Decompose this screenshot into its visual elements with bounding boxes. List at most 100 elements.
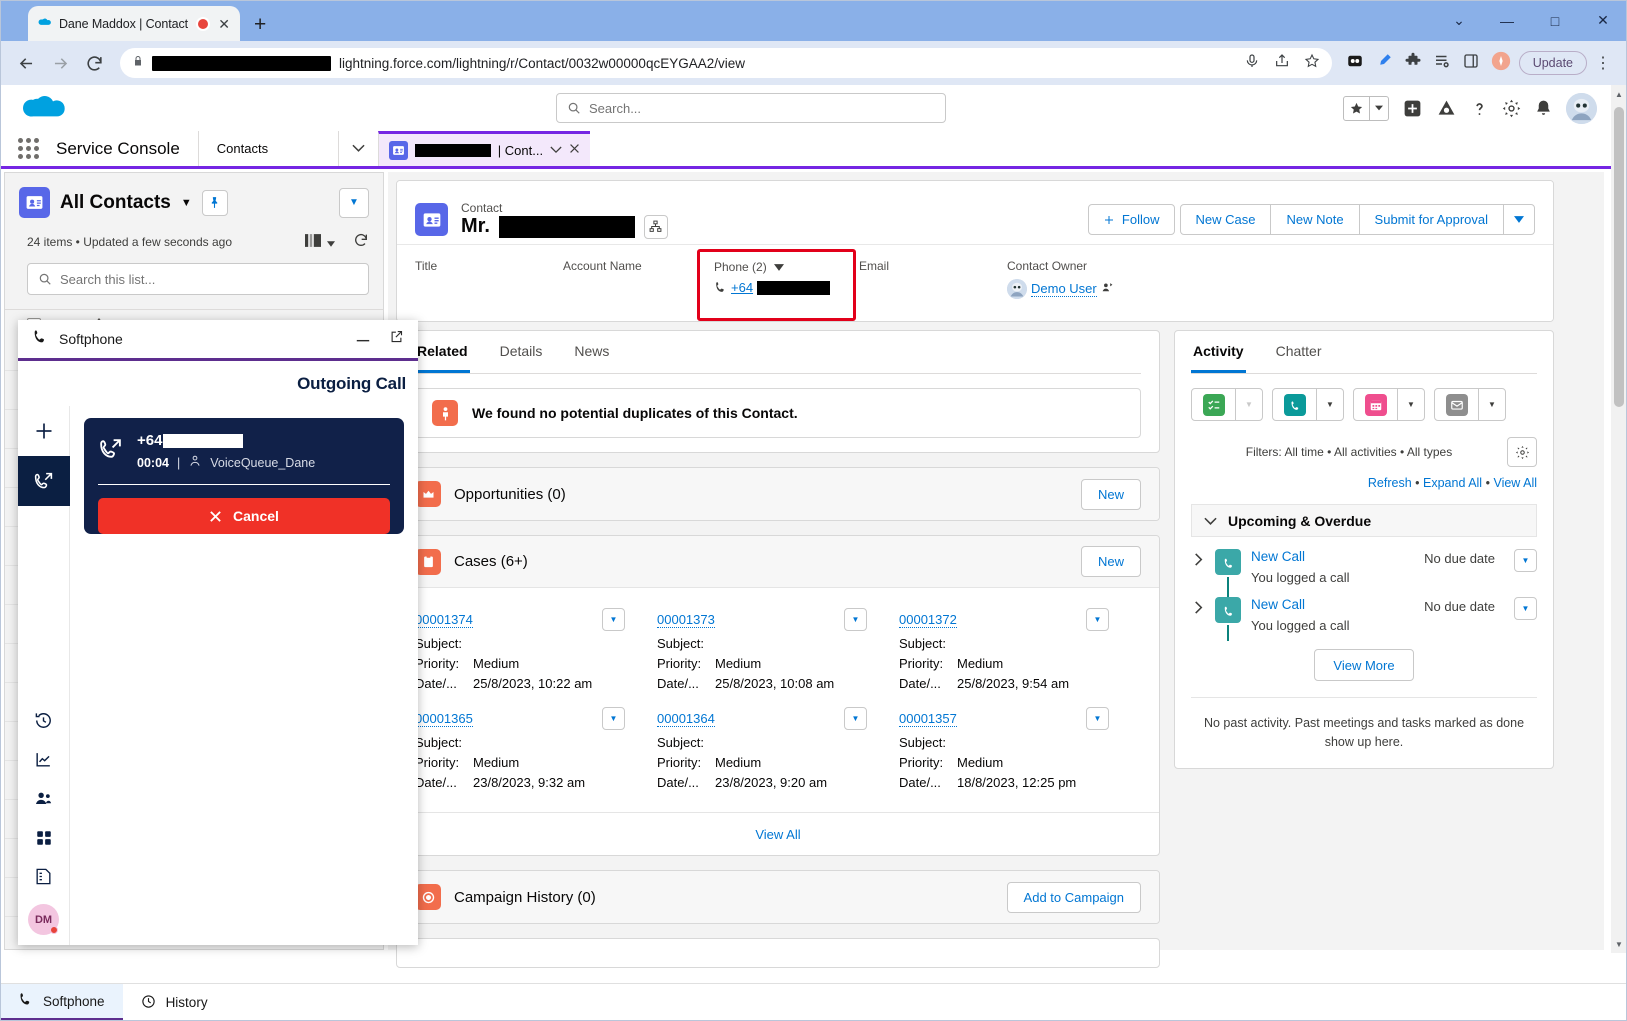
case-number-link[interactable]: 00001373 <box>657 612 715 628</box>
timeline-expand-chevron-icon[interactable] <box>1191 597 1205 633</box>
case-number-link[interactable]: 00001364 <box>657 711 715 727</box>
utility-item-softphone[interactable]: Softphone <box>0 984 123 1021</box>
browser-menu-icon[interactable]: ⋮ <box>1589 53 1617 73</box>
nav-overflow-chevron-down-icon[interactable] <box>338 131 378 166</box>
nav-item-contacts[interactable]: Contacts <box>198 131 338 166</box>
timeline-expand-chevron-icon[interactable] <box>1191 549 1205 585</box>
new-call-plus-button[interactable] <box>18 406 70 456</box>
new-event-chevron-down-icon[interactable]: ▼ <box>1397 389 1424 420</box>
user-avatar[interactable] <box>1566 93 1597 124</box>
new-case-button[interactable]: New <box>1081 546 1141 577</box>
outgoing-call-tab[interactable] <box>18 456 70 506</box>
change-owner-icon[interactable] <box>1101 281 1114 297</box>
list-view-title[interactable]: All Contacts <box>60 192 171 214</box>
list-display-as-icon[interactable] <box>305 234 335 250</box>
analytics-chart-icon[interactable] <box>18 740 70 779</box>
utility-item-history[interactable]: History <box>123 984 226 1021</box>
minimize-icon[interactable] <box>355 330 371 348</box>
phone-field-value[interactable]: +64 <box>714 280 839 295</box>
case-number-link[interactable]: 00001357 <box>899 711 957 727</box>
window-close-button[interactable]: ✕ <box>1579 0 1627 41</box>
cases-view-all-link[interactable]: View All <box>397 812 1159 855</box>
extension-search-icon[interactable] <box>1375 52 1393 75</box>
section-collapse-chevron-icon[interactable] <box>1204 513 1217 529</box>
tab-search-chevron-icon[interactable]: ⌄ <box>1435 0 1483 41</box>
workspace-tab-chevron-down-icon[interactable] <box>550 141 562 159</box>
tab-close-icon[interactable]: ✕ <box>216 17 232 31</box>
global-search-input[interactable]: Search... <box>556 93 946 123</box>
favorites-control[interactable] <box>1343 96 1389 121</box>
tab-chatter[interactable]: Chatter <box>1274 343 1324 373</box>
notes-icon[interactable] <box>18 857 70 896</box>
view-hierarchy-icon[interactable] <box>644 215 668 239</box>
refresh-icon[interactable] <box>353 232 369 251</box>
favorites-chevron-down-icon[interactable] <box>1369 97 1388 120</box>
activity-settings-gear-icon[interactable] <box>1507 437 1537 467</box>
case-number-link[interactable]: 00001372 <box>899 612 957 628</box>
timeline-item-title[interactable]: New Call <box>1251 549 1414 564</box>
back-icon[interactable] <box>10 47 42 79</box>
add-to-campaign-button[interactable]: Add to Campaign <box>1007 882 1141 913</box>
contact-owner-link[interactable]: Demo User <box>1031 281 1097 297</box>
bookmark-star-icon[interactable] <box>1304 53 1320 74</box>
share-icon[interactable] <box>1274 53 1290 74</box>
log-a-call-chevron-down-icon[interactable]: ▼ <box>1316 389 1343 420</box>
tab-news[interactable]: News <box>572 343 611 373</box>
submit-for-approval-button[interactable]: Submit for Approval <box>1359 205 1503 234</box>
list-view-chevron-down-icon[interactable]: ▼ <box>181 197 192 209</box>
extension-list-icon[interactable] <box>1433 52 1451 75</box>
salesforce-logo-icon[interactable] <box>18 90 68 126</box>
timeline-item-actions-icon[interactable]: ▼ <box>1514 597 1537 620</box>
case-number-link[interactable]: 00001374 <box>415 612 473 628</box>
cancel-call-button[interactable]: Cancel <box>98 498 390 534</box>
case-row-actions-icon[interactable]: ▼ <box>1086 608 1109 631</box>
app-launcher-button[interactable] <box>0 131 56 166</box>
new-event-button[interactable]: ▼ <box>1353 388 1425 421</box>
view-all-link[interactable]: View All <box>1493 476 1537 490</box>
new-case-button[interactable]: New Case <box>1181 205 1271 234</box>
reload-icon[interactable] <box>78 47 110 79</box>
case-row-actions-icon[interactable]: ▼ <box>602 608 625 631</box>
scroll-up-arrow-icon[interactable]: ▲ <box>1611 85 1627 103</box>
case-row-actions-icon[interactable]: ▼ <box>844 608 867 631</box>
workspace-tab-contact[interactable]: | Cont... <box>378 131 590 166</box>
list-view-controls-button[interactable]: ▼ <box>339 188 369 218</box>
new-task-chevron-down-icon[interactable]: ▼ <box>1235 389 1262 420</box>
follow-button[interactable]: Follow <box>1088 204 1175 235</box>
address-bar[interactable]: lightning.force.com/lightning/r/Contact/… <box>120 48 1332 78</box>
case-row-actions-icon[interactable]: ▼ <box>1086 707 1109 730</box>
new-note-button[interactable]: New Note <box>1270 205 1358 234</box>
email-button[interactable]: ▼ <box>1434 388 1506 421</box>
new-opportunity-button[interactable]: New <box>1081 479 1141 510</box>
expand-all-link[interactable]: Expand All <box>1423 476 1482 490</box>
timeline-item-title[interactable]: New Call <box>1251 597 1414 612</box>
upcoming-overdue-section-header[interactable]: Upcoming & Overdue <box>1191 504 1537 537</box>
extension-puzzle-icon[interactable] <box>1404 52 1422 75</box>
history-clock-icon[interactable] <box>18 701 70 740</box>
add-icon[interactable] <box>1402 98 1423 119</box>
view-more-button[interactable]: View More <box>1314 649 1413 681</box>
case-row-actions-icon[interactable]: ▼ <box>844 707 867 730</box>
favorite-star-icon[interactable] <box>1344 97 1369 120</box>
window-minimize-button[interactable]: — <box>1483 0 1531 41</box>
scrollbar-thumb[interactable] <box>1614 107 1624 407</box>
side-panel-icon[interactable] <box>1462 52 1480 75</box>
tab-activity[interactable]: Activity <box>1191 343 1246 373</box>
pin-list-view-button[interactable] <box>202 190 228 216</box>
popout-icon[interactable] <box>389 329 404 349</box>
case-number-link[interactable]: 00001365 <box>415 711 473 727</box>
browser-tab[interactable]: Dane Maddox | Contact | Sal ✕ <box>28 6 240 41</box>
gear-icon[interactable] <box>1502 99 1521 118</box>
apps-grid-icon[interactable] <box>18 818 70 857</box>
softphone-user-avatar[interactable]: DM <box>28 904 59 935</box>
update-button[interactable]: Update <box>1519 51 1587 75</box>
log-a-call-button[interactable]: ▼ <box>1272 388 1344 421</box>
workspace-tab-close-icon[interactable] <box>569 141 580 159</box>
email-chevron-down-icon[interactable]: ▼ <box>1478 389 1505 420</box>
tab-details[interactable]: Details <box>498 343 545 373</box>
timeline-item-actions-icon[interactable]: ▼ <box>1514 549 1537 572</box>
record-actions-chevron-down-icon[interactable] <box>1503 205 1534 234</box>
tab-related[interactable]: Related <box>415 343 470 373</box>
case-row-actions-icon[interactable]: ▼ <box>602 707 625 730</box>
help-icon[interactable] <box>1470 99 1489 118</box>
